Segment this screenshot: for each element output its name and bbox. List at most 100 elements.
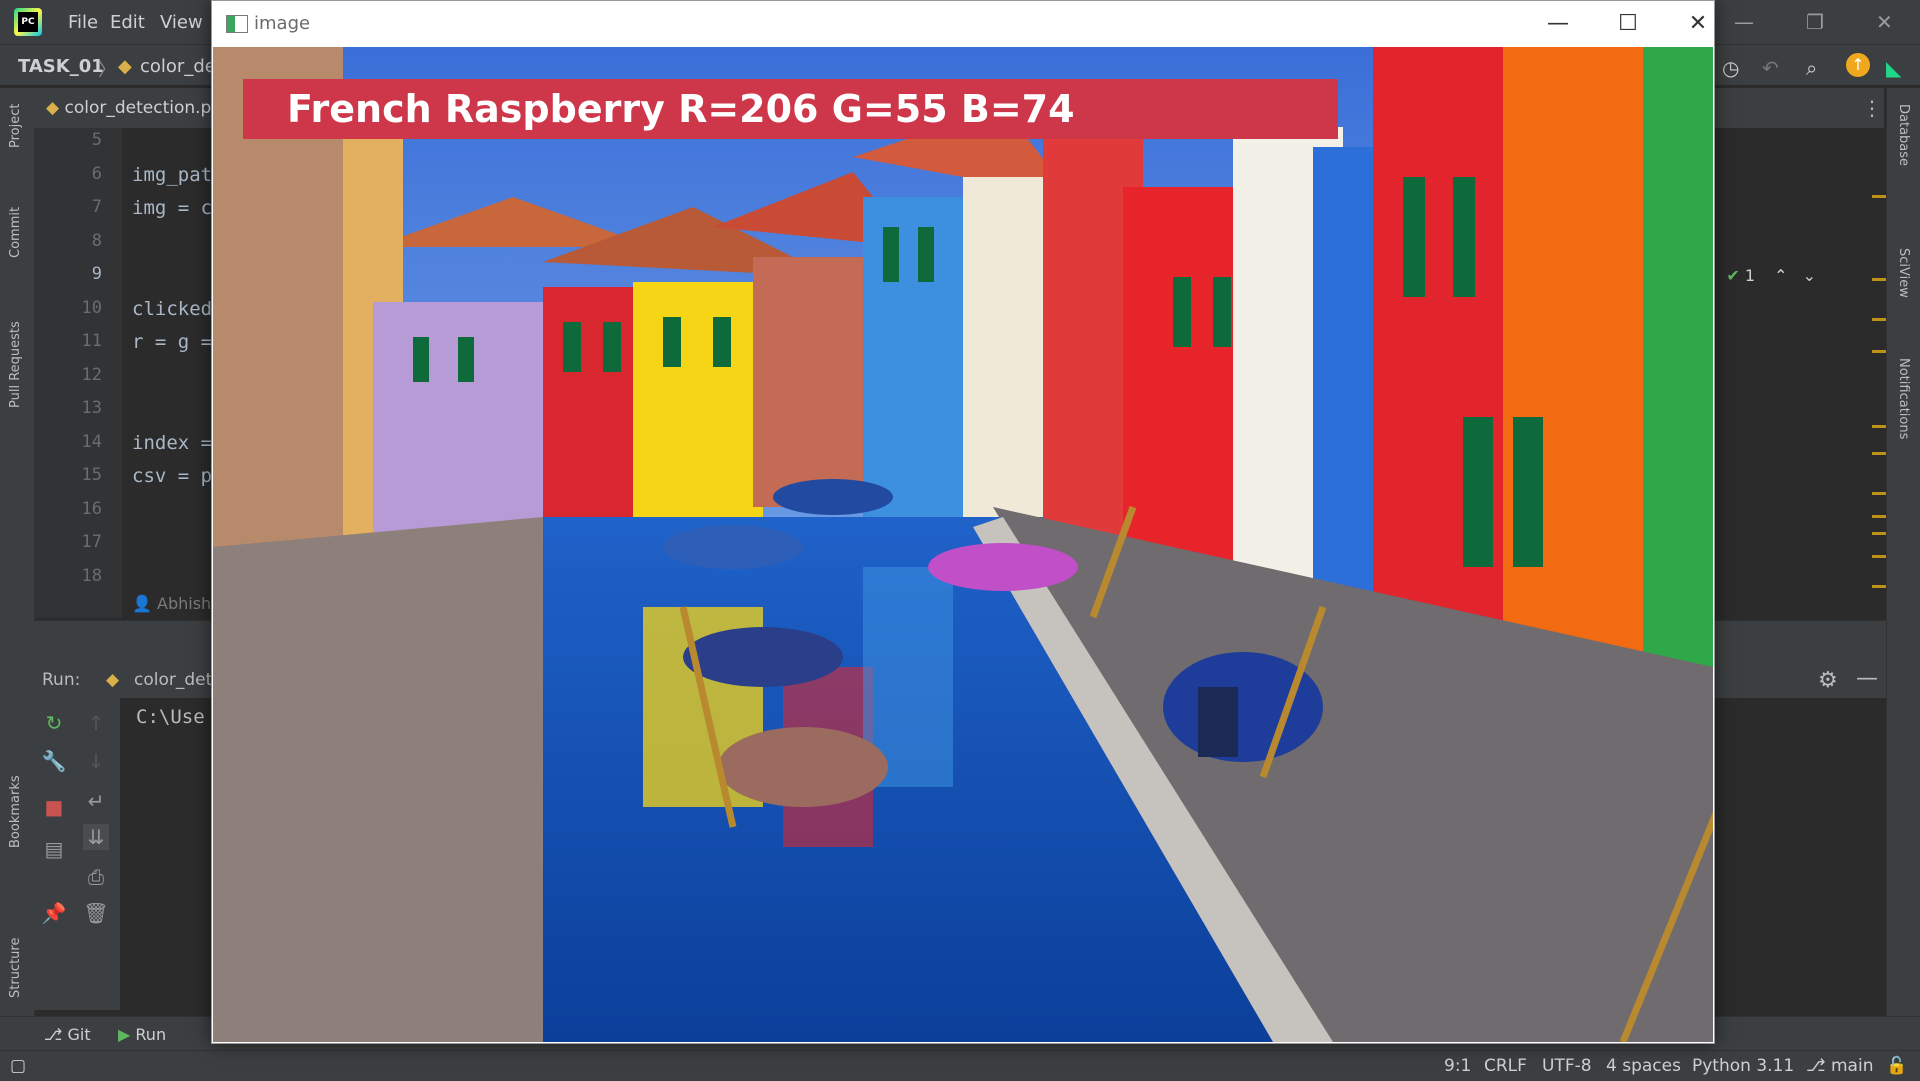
git-branch[interactable]: ⎇ main bbox=[1806, 1056, 1873, 1076]
rerun-icon[interactable]: ↻ bbox=[41, 710, 67, 736]
soft-wrap-icon[interactable]: ↵ bbox=[83, 788, 109, 814]
history-icon[interactable]: ◷ bbox=[1722, 56, 1739, 80]
minimize-button[interactable]: — bbox=[1538, 9, 1578, 39]
warning-marker[interactable] bbox=[1872, 452, 1886, 455]
pycharm-logo-icon: PC bbox=[14, 8, 42, 36]
canal-scene-graphic bbox=[213, 47, 1713, 1042]
indent-setting[interactable]: 4 spaces bbox=[1606, 1056, 1681, 1076]
breadcrumb-project[interactable]: TASK_01 bbox=[18, 56, 104, 77]
menu-view[interactable]: View bbox=[160, 12, 203, 33]
chevron-up-icon[interactable]: ⌃ bbox=[1774, 266, 1787, 285]
editor-tab[interactable]: ◆ color_detection.p bbox=[46, 88, 211, 128]
tool-sciview[interactable]: SciView bbox=[1896, 248, 1911, 298]
print-icon[interactable]: ⎙ bbox=[83, 864, 109, 890]
line-number: 16 bbox=[81, 498, 102, 519]
file-encoding[interactable]: UTF-8 bbox=[1542, 1056, 1592, 1076]
caret-position[interactable]: 9:1 bbox=[1444, 1056, 1471, 1076]
menu-edit[interactable]: Edit bbox=[110, 12, 145, 33]
line-number: 12 bbox=[81, 364, 102, 385]
tool-commit[interactable]: Commit bbox=[8, 207, 23, 258]
code-line: clicked bbox=[132, 297, 213, 320]
tab-run[interactable]: ▶ Run bbox=[118, 1025, 166, 1044]
canal-photo[interactable]: French Raspberry R=206 G=55 B=74 bbox=[213, 47, 1713, 1042]
search-icon[interactable]: ⌕ bbox=[1806, 56, 1817, 80]
run-toolbar: ↻ ↑ 🔧 ↓ ■ ↵ ⇊ ▤ ⎙ 📌 🗑 bbox=[34, 698, 120, 1010]
editor-tab-label: color_detection.p bbox=[64, 98, 212, 118]
lock-icon[interactable]: 🔓 bbox=[1886, 1056, 1907, 1076]
run-label: Run: bbox=[42, 670, 81, 690]
line-number: 6 bbox=[91, 163, 102, 184]
gear-icon[interactable]: ⚙ bbox=[1818, 668, 1838, 693]
warning-marker[interactable] bbox=[1872, 492, 1886, 495]
tool-database[interactable]: Database bbox=[1896, 104, 1911, 166]
warning-marker[interactable] bbox=[1872, 278, 1886, 281]
breadcrumb-separator: 〉 bbox=[98, 60, 116, 81]
warning-marker[interactable] bbox=[1872, 555, 1886, 558]
warning-marker[interactable] bbox=[1872, 350, 1886, 353]
line-number: 15 bbox=[81, 465, 102, 485]
warning-marker[interactable] bbox=[1872, 318, 1886, 321]
stop-icon[interactable]: ■ bbox=[41, 794, 67, 820]
tool-bookmarks[interactable]: Bookmarks bbox=[8, 775, 23, 848]
git-branch-icon: ⎇ bbox=[1806, 1056, 1826, 1076]
undo-icon[interactable]: ↶ bbox=[1762, 56, 1779, 80]
ok-count: 1 bbox=[1744, 266, 1755, 285]
ide-restore-icon[interactable]: ❐ bbox=[1806, 10, 1824, 34]
tab-git[interactable]: ⎇ Git bbox=[44, 1025, 91, 1044]
wrench-icon[interactable]: 🔧 bbox=[41, 748, 67, 774]
detected-color-banner: French Raspberry R=206 G=55 B=74 bbox=[243, 79, 1338, 139]
image-window-titlebar[interactable]: image — ☐ ✕ bbox=[212, 1, 1714, 47]
warning-marker[interactable] bbox=[1872, 585, 1886, 588]
line-number: 5 bbox=[91, 130, 102, 150]
scroll-up-icon[interactable]: ↑ bbox=[83, 710, 109, 736]
left-tool-strip: Project Commit Pull Requests Bookmarks S… bbox=[0, 88, 35, 1018]
ide-minimize-icon[interactable]: — bbox=[1734, 10, 1754, 34]
warning-marker[interactable] bbox=[1872, 532, 1886, 535]
plugin-icon[interactable]: ◣ bbox=[1886, 56, 1901, 80]
line-number: 14 bbox=[81, 431, 102, 452]
line-separator[interactable]: CRLF bbox=[1484, 1056, 1527, 1076]
trash-icon[interactable]: 🗑 bbox=[83, 900, 109, 926]
line-gutter: 5 6 7 8 9 10 11 12 13 14 15 16 17 18 bbox=[34, 128, 123, 618]
scroll-down-icon[interactable]: ↓ bbox=[83, 748, 109, 774]
close-button[interactable]: ✕ bbox=[1678, 9, 1718, 39]
more-options-icon[interactable]: ⋮ bbox=[1862, 96, 1882, 120]
update-icon[interactable]: ↑ bbox=[1846, 53, 1870, 77]
warning-marker[interactable] bbox=[1872, 195, 1886, 198]
code-line: index = bbox=[132, 431, 213, 454]
line-number: 8 bbox=[91, 230, 102, 251]
git-branch-icon: ⎇ bbox=[44, 1025, 63, 1044]
line-number: 10 bbox=[81, 297, 102, 318]
right-tool-strip: Database SciView Notifications bbox=[1886, 88, 1920, 1018]
tool-pull-requests[interactable]: Pull Requests bbox=[8, 321, 23, 408]
code-line: csv = p bbox=[132, 465, 213, 487]
python-run-icon: ◆ bbox=[106, 670, 120, 690]
layout-icon[interactable]: ▤ bbox=[41, 836, 67, 862]
code-line: img_pat bbox=[132, 163, 213, 186]
python-interpreter[interactable]: Python 3.11 bbox=[1692, 1056, 1794, 1076]
author-hint: 👤 Abhishe bbox=[132, 594, 222, 613]
scroll-to-end-icon[interactable]: ⇊ bbox=[83, 824, 109, 850]
chevron-down-icon[interactable]: ⌄ bbox=[1803, 266, 1816, 285]
warning-marker[interactable] bbox=[1872, 425, 1886, 428]
hide-panel-icon[interactable]: — bbox=[1856, 666, 1878, 691]
detected-color-label: French Raspberry R=206 G=55 B=74 bbox=[287, 87, 1075, 131]
code-line: r = g = bbox=[132, 331, 213, 353]
tool-notifications[interactable]: Notifications bbox=[1896, 358, 1911, 439]
line-number: 7 bbox=[91, 197, 102, 217]
maximize-button[interactable]: ☐ bbox=[1608, 9, 1648, 39]
console-output: C:\Use bbox=[136, 706, 205, 728]
run-config-tab[interactable]: color_dete bbox=[134, 670, 223, 690]
ide-close-icon[interactable]: ✕ bbox=[1876, 10, 1893, 34]
line-number: 9 bbox=[91, 264, 102, 284]
image-window-title: image bbox=[254, 13, 311, 34]
tool-structure[interactable]: Structure bbox=[8, 938, 23, 998]
pin-icon[interactable]: 📌 bbox=[41, 900, 67, 926]
line-number: 13 bbox=[81, 398, 102, 418]
image-window[interactable]: image — ☐ ✕ French Raspberry R=206 G=55 … bbox=[211, 0, 1715, 1044]
warning-marker[interactable] bbox=[1872, 515, 1886, 518]
python-file-icon: ◆ bbox=[118, 56, 132, 77]
menu-file[interactable]: File bbox=[68, 12, 98, 33]
tool-project[interactable]: Project bbox=[8, 104, 23, 148]
toggle-tool-windows-icon[interactable]: ▢ bbox=[10, 1056, 26, 1076]
